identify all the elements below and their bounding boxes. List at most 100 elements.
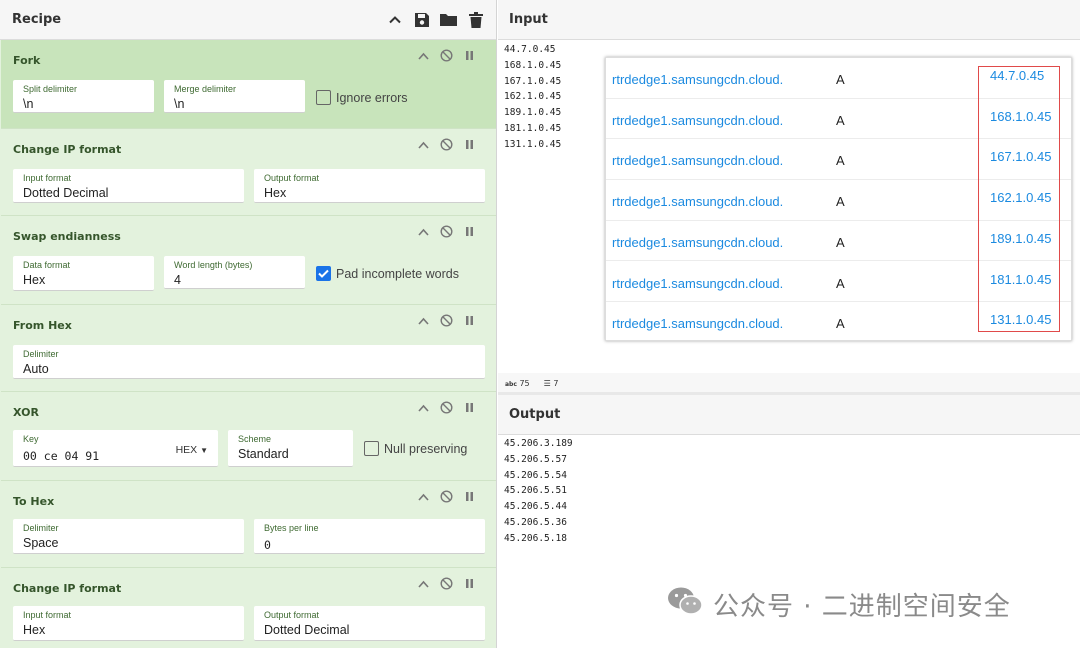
wechat-icon — [667, 586, 703, 623]
checkbox-label: Pad incomplete words — [336, 266, 459, 281]
operation-title: Change IP format — [13, 582, 122, 595]
caret-down-icon: ▼ — [200, 446, 208, 455]
chevron-up-icon[interactable] — [417, 49, 430, 62]
pause-icon[interactable] — [463, 49, 476, 62]
key-field[interactable]: Key 00 ce 04 91 HEX ▼ — [13, 430, 218, 467]
disable-icon[interactable] — [440, 401, 453, 414]
field-value: 0 — [264, 538, 271, 552]
field-value: Hex — [23, 273, 46, 287]
disable-icon[interactable] — [440, 138, 453, 151]
input-line: 162.1.0.45 — [504, 91, 562, 103]
chevron-up-icon[interactable] — [417, 401, 430, 414]
pause-icon[interactable] — [463, 490, 476, 503]
field-value: \n — [23, 97, 34, 111]
trash-icon[interactable] — [467, 11, 484, 28]
dns-host[interactable]: rtrdedge1.samsungcdn.cloud. — [612, 276, 783, 291]
operation-title: Fork — [13, 54, 41, 67]
output-title: Output — [498, 395, 1080, 435]
output-line: 45.206.5.18 — [504, 532, 567, 544]
output-line: 45.206.5.51 — [504, 485, 567, 497]
char-count-value: 75 — [519, 378, 530, 388]
dns-host[interactable]: rtrdedge1.samsungcdn.cloud. — [612, 72, 783, 87]
split-delimiter-field[interactable]: Split delimiter \n — [13, 80, 154, 113]
dropdown-value: HEX — [175, 444, 198, 456]
checkbox-label: Null preserving — [384, 441, 468, 456]
pause-icon[interactable] — [463, 314, 476, 327]
folder-icon[interactable] — [440, 11, 457, 28]
output-format-field[interactable]: Output format Hex — [254, 169, 485, 203]
disable-icon[interactable] — [440, 225, 453, 238]
chevron-up-icon[interactable] — [417, 225, 430, 238]
dns-type: A — [836, 72, 845, 87]
input-format-field[interactable]: Input format Dotted Decimal — [13, 169, 244, 203]
chevron-up-icon[interactable] — [417, 490, 430, 503]
output-format-field[interactable]: Output format Dotted Decimal — [254, 606, 485, 641]
field-label: Output format — [264, 173, 320, 183]
field-label: Input format — [23, 610, 72, 620]
null-preserving-checkbox[interactable]: Null preserving — [364, 441, 467, 456]
operation-change-ip-format[interactable]: Change IP format Input format Hex Output… — [1, 568, 496, 648]
dns-host[interactable]: rtrdedge1.samsungcdn.cloud. — [612, 113, 783, 128]
dns-host[interactable]: rtrdedge1.samsungcdn.cloud. — [612, 153, 783, 168]
delimiter-field[interactable]: Delimiter Space — [13, 519, 244, 554]
collapse-chevron-icon[interactable] — [386, 11, 403, 28]
key-format-dropdown[interactable]: HEX ▼ — [176, 444, 208, 456]
data-format-field[interactable]: Data format Hex — [13, 256, 154, 291]
pause-icon[interactable] — [463, 401, 476, 414]
save-icon[interactable] — [413, 11, 430, 28]
field-label: Split delimiter — [23, 84, 78, 94]
field-value: Auto — [23, 362, 49, 376]
operation-swap-endianness[interactable]: Swap endianness Data format Hex Word len… — [1, 216, 496, 305]
merge-delimiter-field[interactable]: Merge delimiter \n — [164, 80, 305, 113]
chevron-up-icon[interactable] — [417, 138, 430, 151]
field-label: Scheme — [238, 434, 272, 444]
output-line: 45.206.5.44 — [504, 501, 567, 513]
lines-icon: ☰ — [543, 378, 551, 388]
dns-host[interactable]: rtrdedge1.samsungcdn.cloud. — [612, 316, 783, 331]
disable-icon[interactable] — [440, 577, 453, 590]
checkbox-checked-icon[interactable] — [316, 266, 331, 281]
chevron-up-icon[interactable] — [417, 314, 430, 327]
chevron-up-icon[interactable] — [417, 577, 430, 590]
char-count: abc 75 — [505, 379, 530, 388]
recipe-panel: Recipe Fork Split delimiter \n Merge del… — [0, 0, 497, 648]
scheme-field[interactable]: Scheme Standard — [228, 430, 353, 467]
bytes-per-line-field[interactable]: Bytes per line 0 — [254, 519, 485, 554]
dns-host[interactable]: rtrdedge1.samsungcdn.cloud. — [612, 194, 783, 209]
output-line: 45.206.5.57 — [504, 453, 567, 465]
word-length-field[interactable]: Word length (bytes) 4 — [164, 256, 305, 289]
field-label: Delimiter — [23, 523, 59, 533]
field-label: Data format — [23, 260, 71, 270]
pad-incomplete-words-checkbox[interactable]: Pad incomplete words — [316, 266, 459, 281]
delimiter-field[interactable]: Delimiter Auto — [13, 345, 485, 379]
checkbox-icon[interactable] — [364, 441, 379, 456]
dns-host[interactable]: rtrdedge1.samsungcdn.cloud. — [612, 235, 783, 250]
pause-icon[interactable] — [463, 225, 476, 238]
operation-xor[interactable]: XOR Key 00 ce 04 91 HEX ▼ Scheme Standar… — [1, 392, 496, 481]
operation-from-hex[interactable]: From Hex Delimiter Auto — [1, 305, 496, 392]
recipe-title: Recipe — [12, 12, 62, 27]
operation-to-hex[interactable]: To Hex Delimiter Space Bytes per line 0 — [1, 481, 496, 568]
input-status-bar: abc 75 ☰ 7 — [498, 373, 1080, 393]
checkbox-label: Ignore errors — [336, 90, 408, 105]
disable-icon[interactable] — [440, 49, 453, 62]
checkbox-icon[interactable] — [316, 90, 331, 105]
watermark-text: 公众号 · 二进制空间安全 — [713, 592, 1011, 622]
input-format-field[interactable]: Input format Hex — [13, 606, 244, 641]
input-title: Input — [498, 0, 1080, 40]
operation-title: To Hex — [13, 495, 55, 508]
ip-highlight-box — [978, 66, 1060, 332]
input-line: 131.1.0.45 — [504, 138, 562, 150]
disable-icon[interactable] — [440, 314, 453, 327]
operation-fork[interactable]: Fork Split delimiter \n Merge delimiter … — [1, 40, 496, 129]
input-textarea[interactable]: 44.7.0.45 168.1.0.45 167.1.0.45 162.1.0.… — [504, 42, 561, 153]
field-label: Merge delimiter — [174, 84, 237, 94]
pause-icon[interactable] — [463, 138, 476, 151]
disable-icon[interactable] — [440, 490, 453, 503]
ignore-errors-checkbox[interactable]: Ignore errors — [316, 90, 408, 105]
operation-change-ip-format[interactable]: Change IP format Input format Dotted Dec… — [1, 129, 496, 216]
input-line: 44.7.0.45 — [504, 44, 556, 55]
pause-icon[interactable] — [463, 577, 476, 590]
dns-type: A — [836, 275, 845, 291]
output-textarea[interactable]: 45.206.3.189 45.206.5.57 45.206.5.54 45.… — [504, 436, 573, 547]
